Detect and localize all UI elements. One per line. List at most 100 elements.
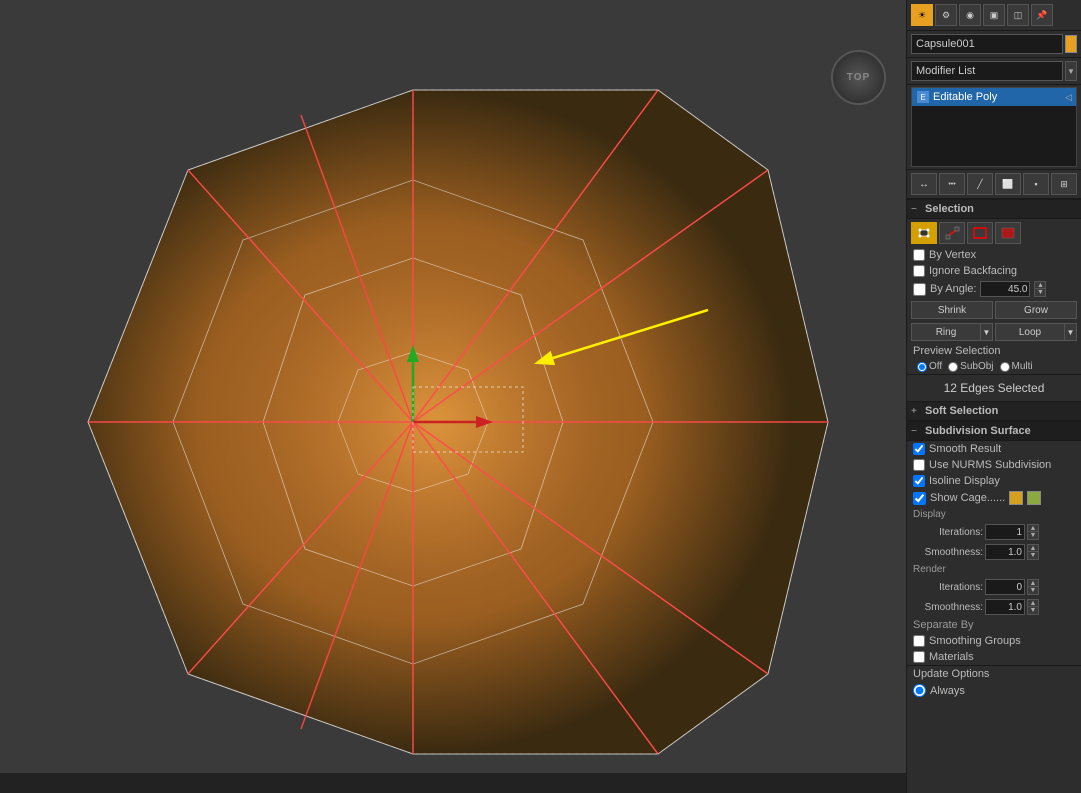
ignore-backfacing-row: Ignore Backfacing [907, 263, 1081, 279]
render-smoothness-up[interactable]: ▲ [1027, 599, 1039, 607]
edge-sel-mode-icon[interactable] [939, 222, 965, 244]
update-always-radio[interactable] [913, 684, 926, 697]
smoothing-groups-checkbox[interactable] [913, 635, 925, 647]
subdivision-surface-title: Subdivision Surface [925, 425, 1031, 437]
show-cage-color2[interactable] [1027, 491, 1041, 505]
shrink-grow-row: Shrink Grow [907, 299, 1081, 321]
by-angle-up[interactable]: ▲ [1034, 281, 1046, 289]
polygon-sel-mode-icon[interactable] [995, 222, 1021, 244]
by-angle-down[interactable]: ▼ [1034, 289, 1046, 297]
use-nurms-row: Use NURMS Subdivision [907, 457, 1081, 473]
render-subsection-label: Render [907, 562, 1081, 577]
preview-selection-label: Preview Selection [913, 345, 1000, 357]
by-angle-value[interactable] [980, 281, 1030, 297]
isoline-display-row: Isoline Display [907, 473, 1081, 489]
update-options-label: Update Options [907, 665, 1081, 682]
selection-section-header[interactable]: − Selection [907, 199, 1081, 219]
use-nurms-checkbox[interactable] [913, 459, 925, 471]
render-smoothness-down[interactable]: ▼ [1027, 607, 1039, 615]
top-label: TOP [847, 72, 870, 83]
by-angle-label: By Angle: [930, 283, 976, 295]
element-subobj-icon[interactable]: ⊞ [1051, 173, 1077, 195]
grow-button[interactable]: Grow [995, 301, 1077, 319]
edges-selected-display: 12 Edges Selected [907, 374, 1081, 401]
render-iterations-input[interactable] [985, 579, 1025, 595]
modifier-list-arrow[interactable]: ▼ [1065, 61, 1077, 81]
render-smoothness-row: Smoothness: ▲ ▼ [907, 597, 1081, 617]
preview-multi-item[interactable]: Multi [1000, 361, 1033, 372]
by-angle-checkbox[interactable] [913, 283, 926, 296]
ring-group: Ring ▼ [911, 323, 993, 341]
preview-off-radio[interactable] [917, 362, 927, 372]
ignore-backfacing-label: Ignore Backfacing [929, 265, 1017, 277]
display-smoothness-down[interactable]: ▼ [1027, 552, 1039, 560]
loop-group: Loop ▼ [995, 323, 1077, 341]
preview-subobj-label: SubObj [960, 361, 993, 372]
smoothing-groups-row: Smoothing Groups [907, 633, 1081, 649]
display-iterations-input[interactable] [985, 524, 1025, 540]
render-iterations-label: Iterations: [913, 582, 983, 593]
extras-icon[interactable]: ◫ [1007, 4, 1029, 26]
soft-sel-collapse-icon: + [911, 406, 921, 417]
border-sel-mode-icon[interactable] [967, 222, 993, 244]
hierarchy-icon[interactable]: ☀ [911, 4, 933, 26]
preview-multi-radio[interactable] [1000, 362, 1010, 372]
top-toolbar: ☀ ⚙ ◉ ▣ ◫ 📌 [907, 0, 1081, 31]
modifier-pin-icon: ◁ [1065, 92, 1072, 103]
display-smoothness-up[interactable]: ▲ [1027, 544, 1039, 552]
render-iterations-up[interactable]: ▲ [1027, 579, 1039, 587]
preview-radio-row: Off SubObj Multi [907, 359, 1081, 374]
display-smoothness-input[interactable] [985, 544, 1025, 560]
move-subobj-icon[interactable]: ↔ [911, 173, 937, 195]
subdivision-surface-header[interactable]: − Subdivision Surface [907, 421, 1081, 441]
viewport[interactable]: TOP [0, 0, 906, 793]
loop-button[interactable]: Loop [995, 323, 1065, 341]
vertex-sel-mode-icon[interactable] [911, 222, 937, 244]
show-cage-color1[interactable] [1009, 491, 1023, 505]
motion-icon[interactable]: ⚙ [935, 4, 957, 26]
shrink-button[interactable]: Shrink [911, 301, 993, 319]
border-subobj-icon[interactable]: ⬜ [995, 173, 1021, 195]
modifier-editable-poly-icon: E [916, 90, 930, 104]
ring-button[interactable]: Ring [911, 323, 981, 341]
render-iterations-down[interactable]: ▼ [1027, 587, 1039, 595]
modifier-item-editable-poly[interactable]: E Editable Poly ◁ [912, 88, 1076, 106]
selection-icons-row [907, 219, 1081, 247]
object-color-swatch[interactable] [1065, 35, 1077, 53]
object-name-input[interactable] [911, 34, 1063, 54]
object-name-row [907, 31, 1081, 58]
display-icon[interactable]: ◉ [959, 4, 981, 26]
viewport-bottom [0, 773, 906, 793]
smooth-result-label: Smooth Result [929, 443, 1001, 455]
by-vertex-checkbox[interactable] [913, 249, 925, 261]
use-nurms-label: Use NURMS Subdivision [929, 459, 1051, 471]
utilities-icon[interactable]: ▣ [983, 4, 1005, 26]
ignore-backfacing-checkbox[interactable] [913, 265, 925, 277]
preview-subobj-radio[interactable] [948, 362, 958, 372]
preview-radio-group: Off SubObj Multi [917, 361, 1033, 372]
loop-arrow[interactable]: ▼ [1065, 323, 1077, 341]
render-smoothness-label: Smoothness: [913, 602, 983, 613]
pin-icon[interactable]: 📌 [1031, 4, 1053, 26]
show-cage-checkbox[interactable] [913, 492, 926, 505]
preview-subobj-item[interactable]: SubObj [948, 361, 993, 372]
preview-off-item[interactable]: Off [917, 361, 942, 372]
display-iterations-up[interactable]: ▲ [1027, 524, 1039, 532]
display-iterations-row: Iterations: ▲ ▼ [907, 522, 1081, 542]
by-vertex-row: By Vertex [907, 247, 1081, 263]
display-iterations-down[interactable]: ▼ [1027, 532, 1039, 540]
vertex-subobj-icon[interactable]: ••• [939, 173, 965, 195]
isoline-display-checkbox[interactable] [913, 475, 925, 487]
render-smoothness-input[interactable] [985, 599, 1025, 615]
soft-selection-header[interactable]: + Soft Selection [907, 401, 1081, 421]
materials-checkbox[interactable] [913, 651, 925, 663]
show-cage-label: Show Cage...... [930, 492, 1005, 504]
edge-subobj-icon[interactable]: ╱ [967, 173, 993, 195]
ring-arrow[interactable]: ▼ [981, 323, 993, 341]
materials-label: Materials [929, 651, 974, 663]
render-iterations-row: Iterations: ▲ ▼ [907, 577, 1081, 597]
smooth-result-checkbox[interactable] [913, 443, 925, 455]
modifier-list-input[interactable] [911, 61, 1063, 81]
polygon-subobj-icon[interactable]: ▪ [1023, 173, 1049, 195]
materials-row: Materials [907, 649, 1081, 665]
